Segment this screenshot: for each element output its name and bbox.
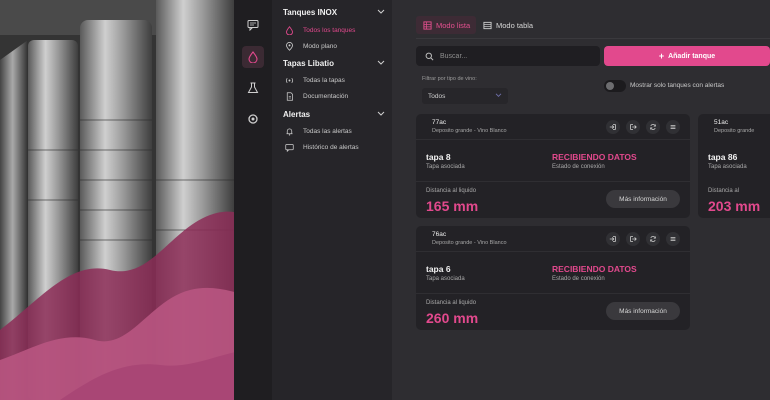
add-tank-button[interactable]: + Añadir tanque [604, 46, 770, 66]
card-divider [416, 181, 690, 182]
more-info-button[interactable]: Más información [606, 302, 680, 320]
nav-item-label: Histórico de alertas [303, 143, 359, 151]
chat-icon[interactable] [242, 14, 264, 36]
tank-subtitle: Deposito grande - Vino Blanco [432, 128, 507, 134]
tapa-label: Tapa asociada [426, 276, 465, 282]
wine-type-select[interactable]: Todos [422, 88, 508, 104]
tank-code: 76ac [432, 231, 447, 238]
toggle-knob [606, 82, 614, 90]
tank-code: 51ac [714, 119, 729, 126]
tapa-value: tapa 8 [426, 152, 451, 162]
alerts-only-label: Mostrar solo tanques con alertas [630, 82, 725, 89]
location-pin-icon [283, 40, 295, 52]
signal-icon [283, 74, 295, 86]
nav-group-tanques: Tanques INOX Todos los tanques Modo plan… [283, 6, 386, 54]
tank-subtitle: Deposito grande - Vino Blanco [432, 240, 507, 246]
nav-item-modo-plano[interactable]: Modo plano [283, 38, 386, 54]
distance-value: 165 mm [426, 198, 479, 214]
connection-state: RECIBIENDO DATOS [552, 264, 637, 274]
document-icon [283, 90, 295, 102]
chevron-down-icon[interactable] [376, 109, 386, 119]
tank-code: 77ac [432, 119, 447, 126]
drop-icon[interactable] [242, 46, 264, 68]
distance-label: Distancia al liquido [426, 188, 477, 194]
tank-card-header: 76ac Deposito grande - Vino Blanco [416, 226, 690, 252]
tapa-value: tapa 6 [426, 264, 451, 274]
nav-group-title: Tapas Libatio [283, 58, 334, 68]
chevron-down-icon[interactable] [376, 7, 386, 17]
nav-item-todas-tapas[interactable]: Todas la tapas [283, 72, 386, 88]
nav-item-documentacion[interactable]: Documentación [283, 88, 386, 104]
tab-label: Modo lista [436, 20, 471, 30]
connection-state: RECIBIENDO DATOS [552, 152, 637, 162]
tab-modo-lista[interactable]: Modo lista [416, 16, 477, 34]
nav-item-label: Todas las alertas [303, 127, 352, 135]
main-content: Modo lista Modo tabla Buscar... + Añadir… [392, 0, 770, 400]
logout-icon[interactable] [626, 232, 640, 246]
login-icon[interactable] [606, 232, 620, 246]
sync-icon[interactable] [646, 232, 660, 246]
add-tank-label: Añadir tanque [668, 52, 716, 60]
nav-group-alertas: Alertas Todas las alertas Histórico de a… [283, 108, 386, 155]
chevron-down-icon[interactable] [376, 58, 386, 68]
tank-subtitle: Deposito grande [714, 128, 755, 134]
alerts-only-toggle[interactable] [604, 80, 626, 92]
nav-item-historico-alertas[interactable]: Histórico de alertas [283, 139, 386, 155]
tapa-value: tapa 86 [708, 152, 738, 162]
nav-item-label: Modo plano [303, 42, 337, 50]
sync-icon[interactable] [646, 120, 660, 134]
menu-icon[interactable] [666, 120, 680, 134]
distance-label: Distancia al liquido [426, 300, 477, 306]
tank-card: 51ac Deposito grande tapa 86 Tapa asocia… [698, 114, 770, 218]
chevron-down-icon [495, 93, 502, 100]
login-icon[interactable] [606, 120, 620, 134]
filter-label: Filtrar por tipo de vino: [422, 76, 477, 82]
tapa-label: Tapa asociada [708, 164, 747, 170]
tank-card: 76ac Deposito grande - Vino Blanco tapa … [416, 226, 690, 330]
tank-actions [606, 232, 680, 246]
card-divider [416, 293, 690, 294]
bell-icon [283, 125, 295, 137]
tapa-label: Tapa asociada [426, 164, 465, 170]
nav-group-tapas: Tapas Libatio Todas la tapas Documentaci… [283, 57, 386, 104]
search-input[interactable]: Buscar... [416, 46, 600, 66]
menu-icon[interactable] [666, 232, 680, 246]
distance-label: Distancia al [708, 188, 740, 194]
message-icon [283, 141, 295, 153]
wine-type-value: Todos [428, 92, 446, 100]
nav-item-label: Todas la tapas [303, 76, 345, 84]
nav-group-header[interactable]: Tanques INOX [283, 6, 386, 18]
tank-card: 77ac Deposito grande - Vino Blanco tapa … [416, 114, 690, 218]
tabs-divider [416, 38, 770, 39]
more-info-button[interactable]: Más información [606, 190, 680, 208]
nav-group-header[interactable]: Alertas [283, 108, 386, 120]
grid-icon [422, 20, 432, 30]
nav-item-todos-tanques[interactable]: Todos los tanques [283, 22, 386, 38]
icon-rail [234, 0, 272, 400]
tank-card-header: 77ac Deposito grande - Vino Blanco [416, 114, 690, 140]
table-icon [482, 20, 492, 30]
nav-group-title: Alertas [283, 109, 311, 119]
logout-icon[interactable] [626, 120, 640, 134]
tab-modo-tabla[interactable]: Modo tabla [476, 16, 539, 34]
flask-icon[interactable] [242, 77, 264, 99]
plus-icon: + [658, 51, 665, 61]
distance-value: 260 mm [426, 310, 479, 326]
nav-group-title: Tanques INOX [283, 7, 338, 17]
sidebar-nav: Tanques INOX Todos los tanques Modo plan… [272, 0, 392, 400]
nav-item-label: Documentación [303, 92, 349, 100]
refresh-icon[interactable] [242, 108, 264, 130]
tab-label: Modo tabla [496, 20, 534, 30]
distance-value: 203 mm [708, 198, 761, 214]
tank-actions [606, 120, 680, 134]
connection-state-label: Estado de conexión [552, 164, 605, 170]
connection-state-label: Estado de conexión [552, 276, 605, 282]
nav-item-label: Todos los tanques [303, 26, 356, 34]
drop-icon [283, 24, 295, 36]
nav-group-header[interactable]: Tapas Libatio [283, 57, 386, 69]
search-placeholder: Buscar... [440, 52, 468, 60]
nav-item-todas-alertas[interactable]: Todas las alertas [283, 123, 386, 139]
search-icon [424, 51, 434, 61]
